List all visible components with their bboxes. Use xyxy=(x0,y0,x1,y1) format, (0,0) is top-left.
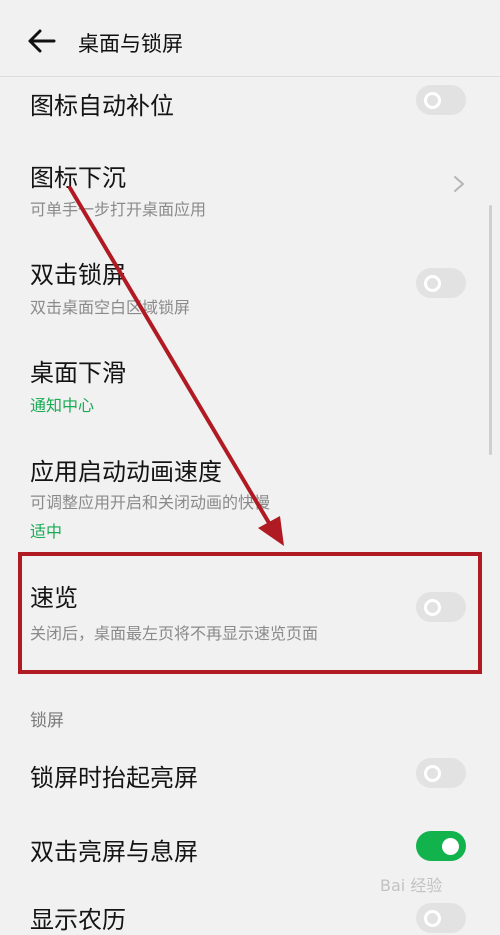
setting-subtitle: 可调整应用开启和关闭动画的快慢 xyxy=(30,493,271,512)
setting-title: 应用启动动画速度 xyxy=(30,458,222,486)
toggle-knob xyxy=(424,910,441,927)
section-header-lock-screen: 锁屏 xyxy=(30,711,64,731)
setting-title: 图标自动补位 xyxy=(30,92,174,120)
setting-value: 通知中心 xyxy=(30,396,95,415)
double-tap-lock-toggle[interactable] xyxy=(416,268,466,298)
toggle-knob xyxy=(424,275,441,292)
double-tap-screen-toggle[interactable] xyxy=(416,831,466,861)
setting-title: 锁屏时抬起亮屏 xyxy=(30,764,198,792)
annotation-highlight-box xyxy=(18,552,482,674)
setting-title: 桌面下滑 xyxy=(30,359,126,387)
icon-auto-fill-toggle[interactable] xyxy=(416,85,466,115)
setting-title: 双击亮屏与息屏 xyxy=(30,838,198,866)
toggle-knob xyxy=(442,838,459,855)
arrow-left-icon[interactable] xyxy=(24,26,58,56)
toggle-knob xyxy=(424,92,441,109)
setting-title: 图标下沉 xyxy=(30,164,126,192)
chevron-right-icon xyxy=(454,176,464,192)
setting-subtitle: 双击桌面空白区域锁屏 xyxy=(30,298,191,317)
scrollbar[interactable] xyxy=(489,205,492,455)
setting-value: 适中 xyxy=(30,522,63,541)
setting-title: 显示农历 xyxy=(30,906,126,934)
page-title: 桌面与锁屏 xyxy=(78,32,183,56)
setting-subtitle: 可单手一步打开桌面应用 xyxy=(30,200,207,219)
toggle-knob xyxy=(424,765,441,782)
header-divider xyxy=(0,76,500,77)
watermark: Bai 经验 xyxy=(380,876,443,895)
setting-title: 双击锁屏 xyxy=(30,261,126,289)
show-lunar-toggle[interactable] xyxy=(416,903,466,933)
raise-to-wake-toggle[interactable] xyxy=(416,758,466,788)
top-bar: 桌面与锁屏 xyxy=(0,0,500,80)
